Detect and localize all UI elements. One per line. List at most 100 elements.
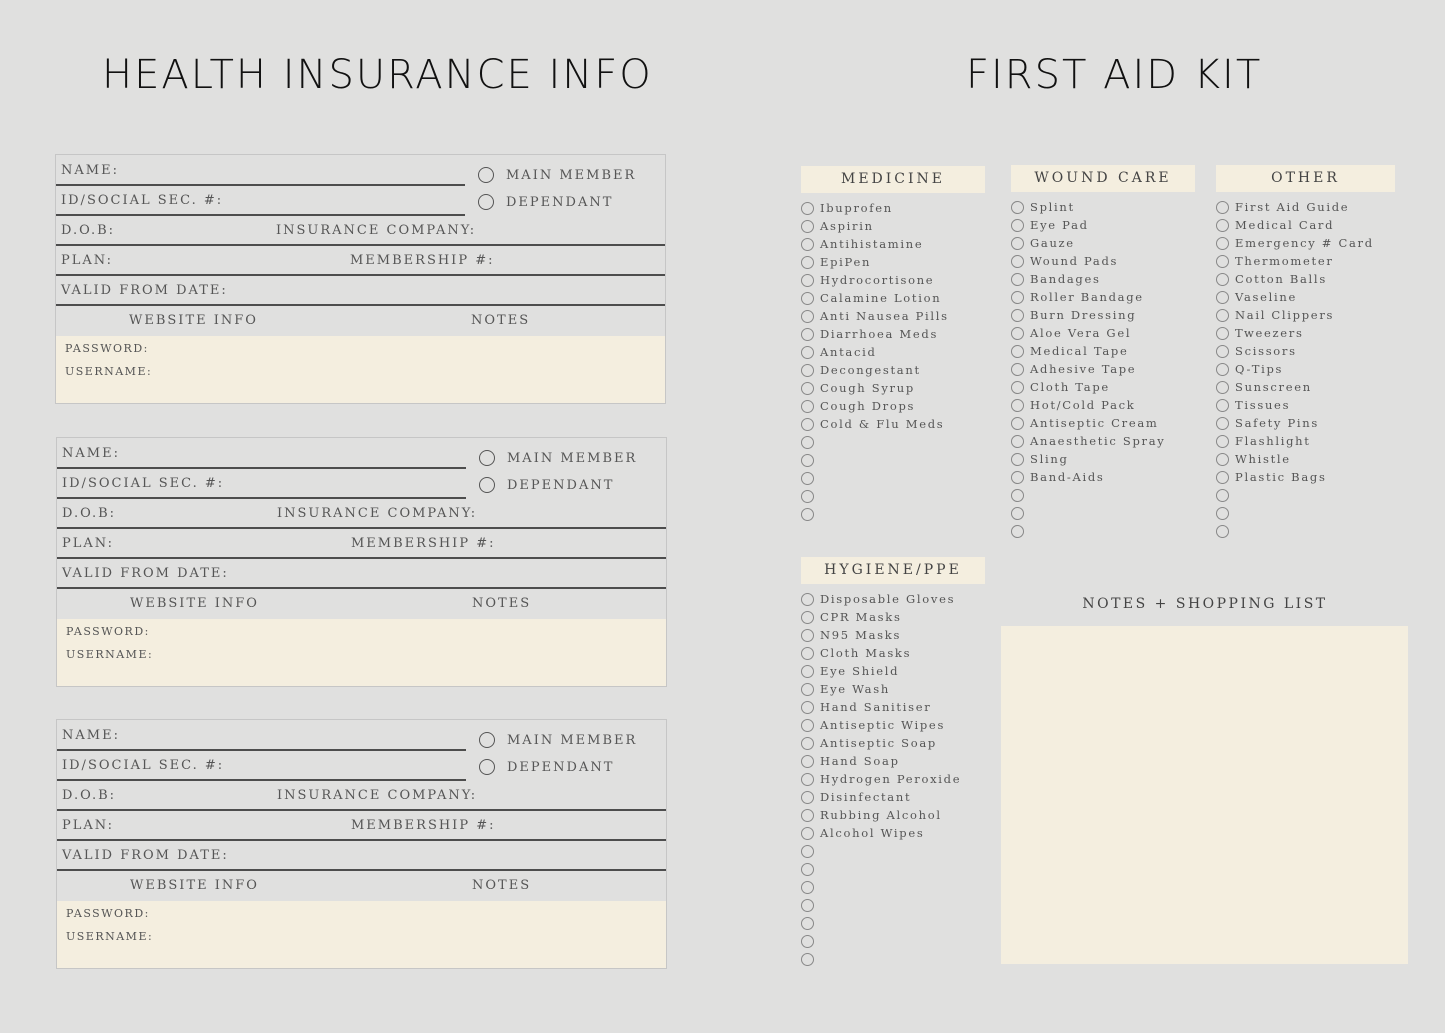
checklist-item[interactable]: Anti Nausea Pills (801, 307, 985, 325)
checkbox-circle-icon[interactable] (801, 309, 814, 323)
notes-shopping-area[interactable] (1001, 626, 1408, 964)
checkbox-circle-icon[interactable] (801, 844, 814, 858)
checkbox-circle-icon[interactable] (801, 453, 814, 467)
checkbox-circle-icon[interactable] (801, 507, 814, 521)
dependant-radio[interactable] (478, 194, 494, 210)
checkbox-circle-icon[interactable] (801, 808, 814, 822)
name-field[interactable] (57, 467, 466, 469)
checkbox-circle-icon[interactable] (1216, 416, 1229, 430)
checklist-item[interactable]: Hand Sanitiser (801, 698, 985, 716)
checkbox-circle-icon[interactable] (1011, 470, 1024, 484)
checkbox-circle-icon[interactable] (801, 381, 814, 395)
checkbox-circle-icon[interactable] (1216, 200, 1229, 214)
checklist-item[interactable]: Sunscreen (1216, 378, 1395, 396)
checkbox-circle-icon[interactable] (801, 718, 814, 732)
checklist-item[interactable]: Decongestant (801, 361, 985, 379)
name-field[interactable] (57, 749, 466, 751)
checklist-item[interactable] (801, 469, 985, 487)
checkbox-circle-icon[interactable] (801, 628, 814, 642)
plan-membership-field[interactable] (57, 557, 666, 559)
checkbox-circle-icon[interactable] (1216, 254, 1229, 268)
checkbox-circle-icon[interactable] (801, 219, 814, 233)
checkbox-circle-icon[interactable] (1216, 452, 1229, 466)
checklist-item[interactable]: Disinfectant (801, 788, 985, 806)
checklist-item[interactable]: Roller Bandage (1011, 288, 1195, 306)
checkbox-circle-icon[interactable] (801, 327, 814, 341)
checklist-item[interactable]: Cotton Balls (1216, 270, 1395, 288)
checklist-item[interactable] (801, 487, 985, 505)
checkbox-circle-icon[interactable] (801, 255, 814, 269)
checklist-item[interactable]: Hand Soap (801, 752, 985, 770)
checklist-item[interactable] (801, 896, 985, 914)
checklist-item[interactable]: Thermometer (1216, 252, 1395, 270)
checkbox-circle-icon[interactable] (801, 682, 814, 696)
dependant-radio[interactable] (479, 477, 495, 493)
website-info-area[interactable]: PASSWORD: USERNAME: (57, 619, 666, 686)
checkbox-circle-icon[interactable] (801, 471, 814, 485)
checkbox-circle-icon[interactable] (1011, 326, 1024, 340)
checkbox-circle-icon[interactable] (801, 646, 814, 660)
main-member-radio[interactable] (479, 450, 495, 466)
name-field[interactable] (56, 184, 465, 186)
checklist-item[interactable] (801, 433, 985, 451)
checkbox-circle-icon[interactable] (801, 610, 814, 624)
checklist-item[interactable]: Gauze (1011, 234, 1195, 252)
checkbox-circle-icon[interactable] (1216, 434, 1229, 448)
checkbox-circle-icon[interactable] (1011, 398, 1024, 412)
dependant-radio[interactable] (479, 759, 495, 775)
checklist-item[interactable]: Hydrocortisone (801, 271, 985, 289)
checkbox-circle-icon[interactable] (801, 934, 814, 948)
checkbox-circle-icon[interactable] (801, 201, 814, 215)
checkbox-circle-icon[interactable] (801, 790, 814, 804)
checklist-item[interactable]: Antihistamine (801, 235, 985, 253)
checkbox-circle-icon[interactable] (1011, 272, 1024, 286)
checklist-item[interactable]: Eye Shield (801, 662, 985, 680)
checklist-item[interactable]: Whistle (1216, 450, 1395, 468)
checkbox-circle-icon[interactable] (1011, 308, 1024, 322)
checkbox-circle-icon[interactable] (1011, 344, 1024, 358)
checklist-item[interactable]: Alcohol Wipes (801, 824, 985, 842)
checkbox-circle-icon[interactable] (801, 664, 814, 678)
checklist-item[interactable]: Aloe Vera Gel (1011, 324, 1195, 342)
checklist-item[interactable]: Tweezers (1216, 324, 1395, 342)
checkbox-circle-icon[interactable] (801, 417, 814, 431)
checkbox-circle-icon[interactable] (801, 952, 814, 966)
plan-membership-field[interactable] (57, 839, 666, 841)
checklist-item[interactable]: Ibuprofen (801, 199, 985, 217)
checklist-item[interactable] (801, 878, 985, 896)
checkbox-circle-icon[interactable] (801, 237, 814, 251)
checklist-item[interactable] (1011, 504, 1195, 522)
id-field[interactable] (57, 779, 466, 781)
checklist-item[interactable]: Cold & Flu Meds (801, 415, 985, 433)
checkbox-circle-icon[interactable] (801, 363, 814, 377)
checklist-item[interactable]: EpiPen (801, 253, 985, 271)
checklist-item[interactable]: Medical Card (1216, 216, 1395, 234)
checkbox-circle-icon[interactable] (801, 862, 814, 876)
checklist-item[interactable]: Safety Pins (1216, 414, 1395, 432)
checkbox-circle-icon[interactable] (801, 898, 814, 912)
checkbox-circle-icon[interactable] (1216, 380, 1229, 394)
main-member-radio[interactable] (478, 167, 494, 183)
checklist-item[interactable]: Splint (1011, 198, 1195, 216)
checkbox-circle-icon[interactable] (1011, 506, 1024, 520)
dob-company-field[interactable] (57, 527, 666, 529)
checklist-item[interactable]: Q-Tips (1216, 360, 1395, 378)
checkbox-circle-icon[interactable] (1011, 434, 1024, 448)
checkbox-circle-icon[interactable] (1011, 218, 1024, 232)
checklist-item[interactable]: Hot/Cold Pack (1011, 396, 1195, 414)
checklist-item[interactable] (801, 842, 985, 860)
checkbox-circle-icon[interactable] (1216, 398, 1229, 412)
checkbox-circle-icon[interactable] (1011, 524, 1024, 538)
checklist-item[interactable] (801, 860, 985, 878)
checklist-item[interactable]: CPR Masks (801, 608, 985, 626)
checkbox-circle-icon[interactable] (1216, 326, 1229, 340)
checklist-item[interactable]: Flashlight (1216, 432, 1395, 450)
checkbox-circle-icon[interactable] (801, 399, 814, 413)
valid-from-field[interactable] (57, 587, 666, 589)
checklist-item[interactable]: Antiseptic Soap (801, 734, 985, 752)
checkbox-circle-icon[interactable] (1011, 236, 1024, 250)
checklist-item[interactable]: Diarrhoea Meds (801, 325, 985, 343)
website-info-area[interactable]: PASSWORD: USERNAME: (56, 336, 665, 403)
checkbox-circle-icon[interactable] (801, 754, 814, 768)
checklist-item[interactable] (1011, 486, 1195, 504)
